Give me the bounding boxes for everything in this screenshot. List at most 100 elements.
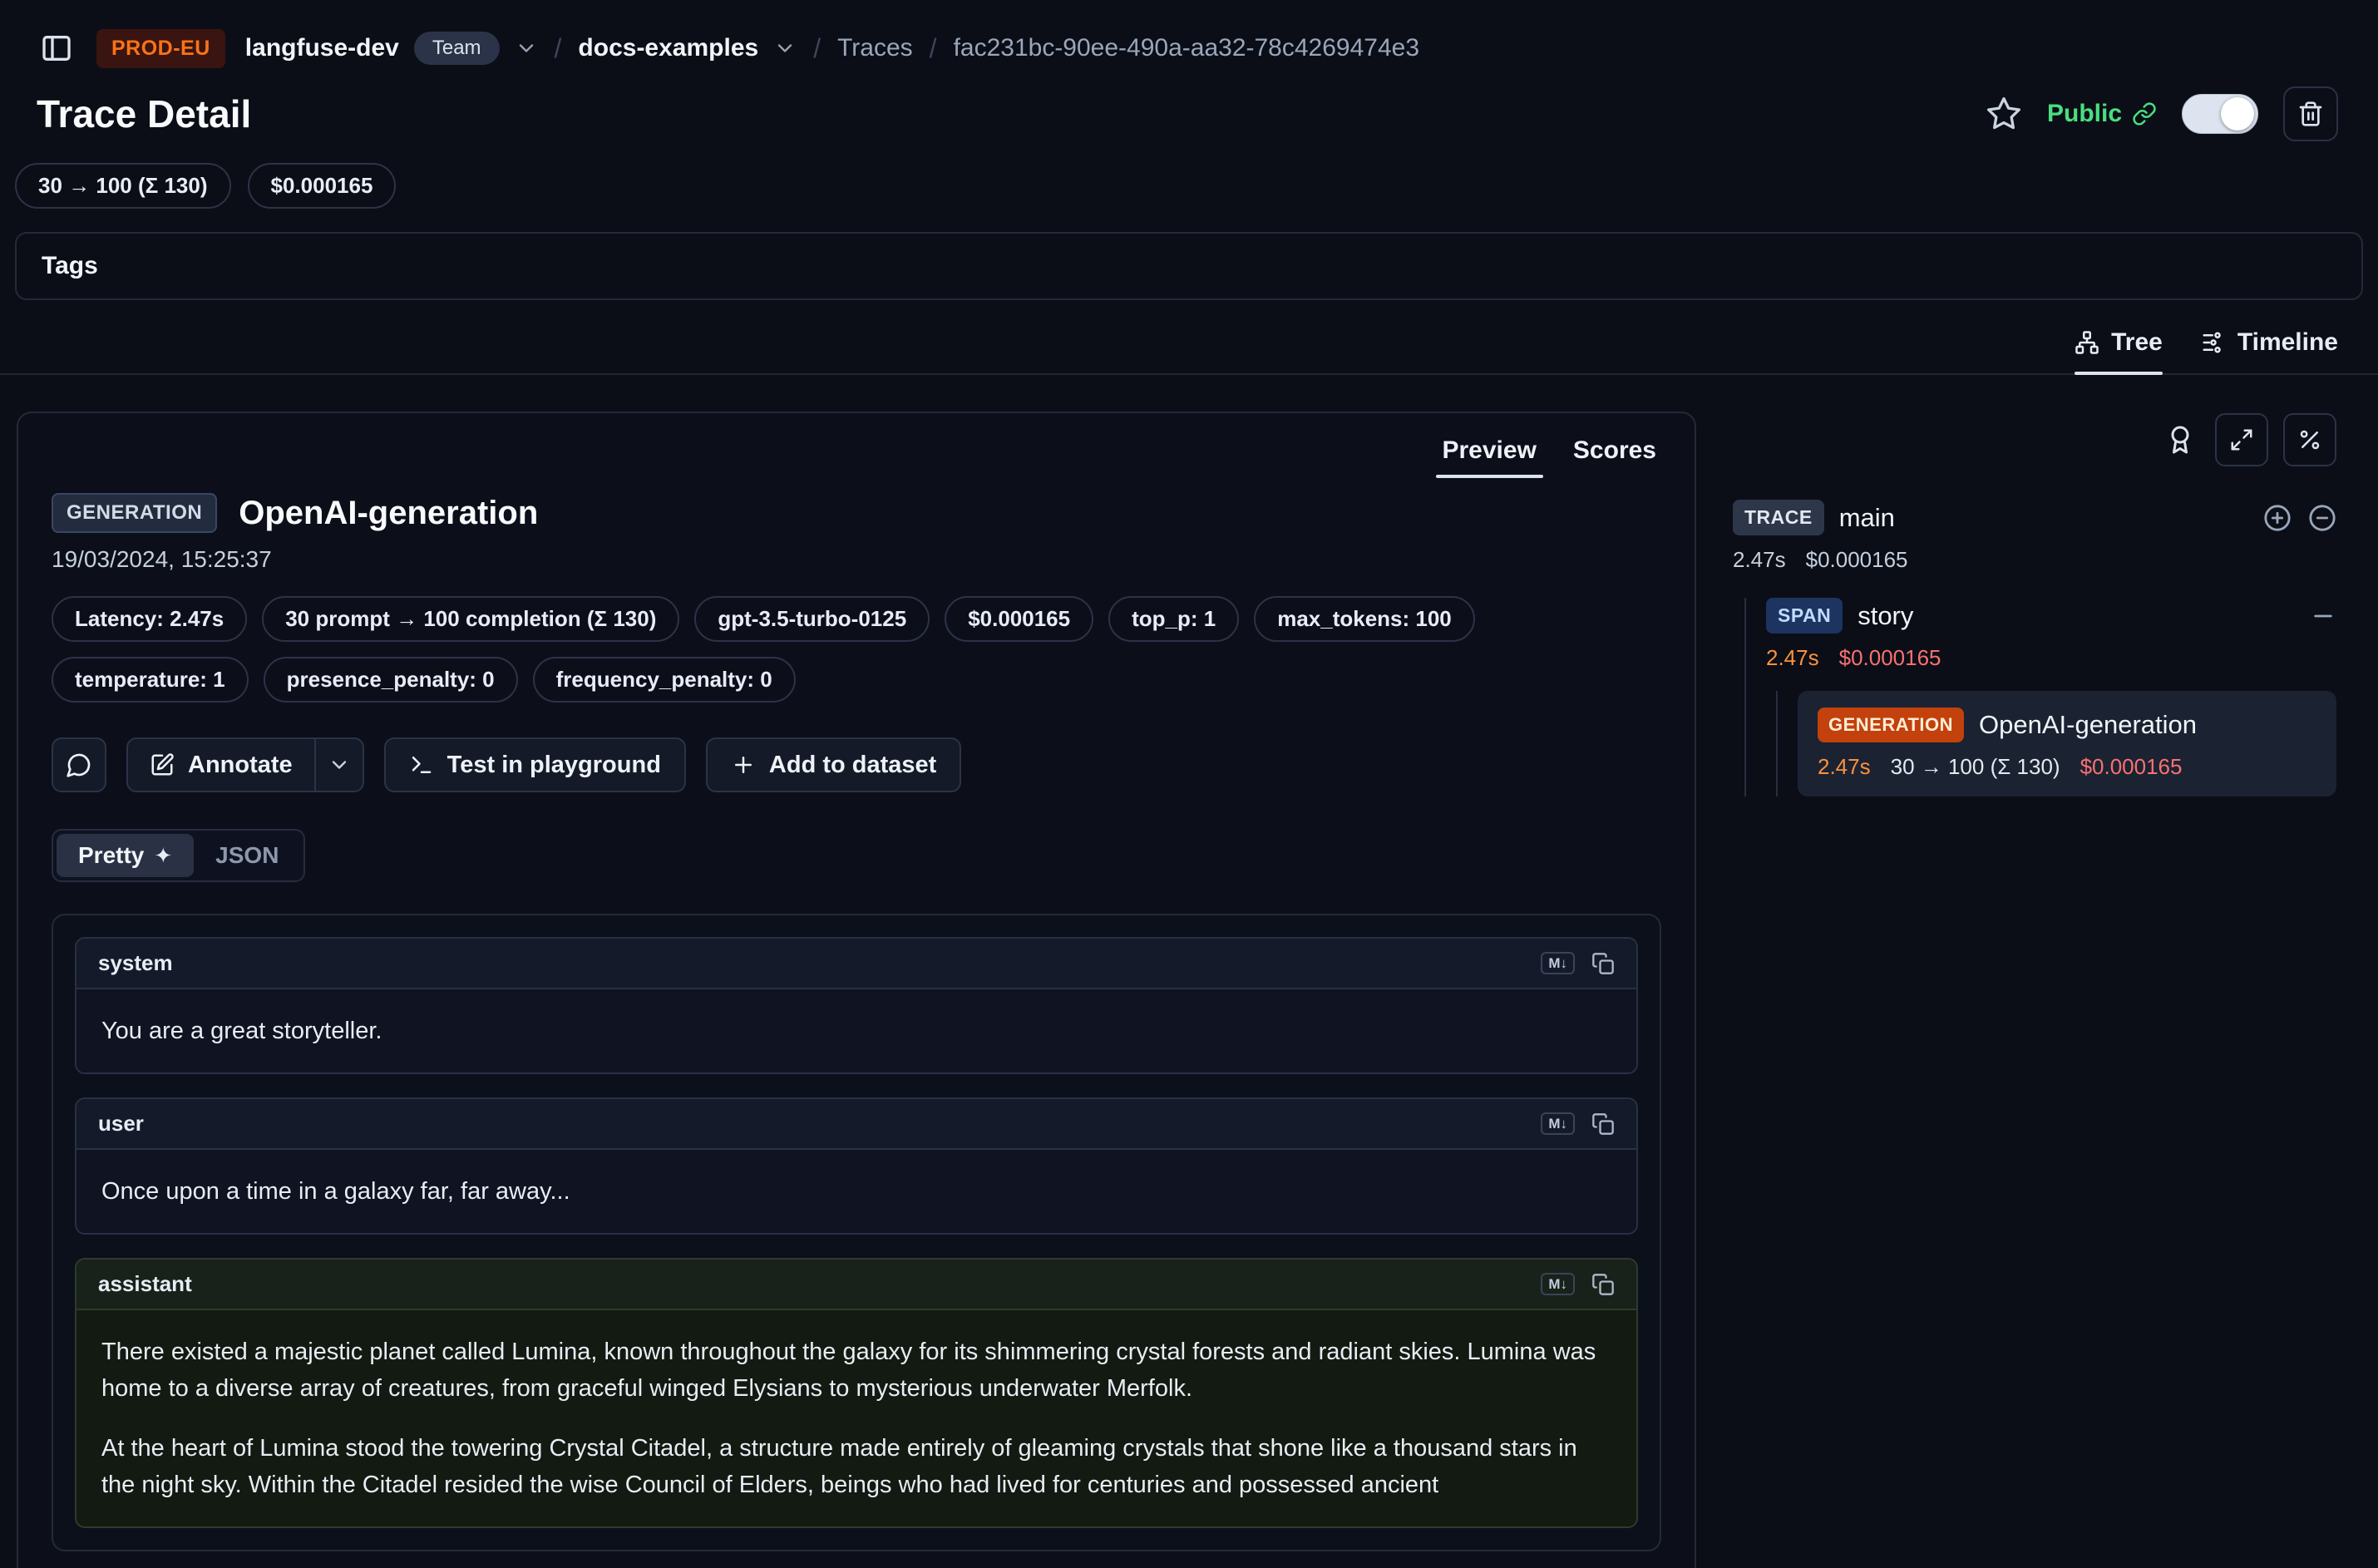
temperature-pill: temperature: 1 (52, 657, 249, 703)
observation-title-row: GENERATION OpenAI-generation (52, 493, 1661, 533)
playground-label: Test in playground (447, 752, 661, 779)
delete-trace-button[interactable] (2283, 86, 2338, 141)
message-header: assistant M↓ (76, 1260, 1636, 1310)
copy-button[interactable] (1591, 952, 1615, 975)
public-toggle[interactable] (2182, 94, 2258, 134)
tab-preview[interactable]: Preview (1443, 436, 1537, 478)
annotation-queue-button[interactable] (2160, 420, 2200, 460)
minus-circle-icon (2308, 504, 2336, 532)
tree-icon (2075, 330, 2099, 355)
message-role: user (98, 1111, 144, 1137)
sidebar-toggle-button[interactable] (37, 28, 76, 68)
model-pill[interactable]: gpt-3.5-turbo-0125 (694, 596, 930, 642)
trace-tree-panel: TRACE main 2.47s $0.000165 (1733, 412, 2338, 796)
breadcrumb-trace-id: fac231bc-90ee-490a-aa32-78c4269474e3 (954, 34, 1419, 62)
comment-icon (66, 752, 92, 778)
breadcrumb-project[interactable]: docs-examples (578, 34, 758, 62)
message-paragraph: At the heart of Lumina stood the towerin… (101, 1430, 1611, 1503)
topbar: PROD-EU langfuse-dev Team / docs-example… (0, 0, 2378, 75)
max-tokens-pill: max_tokens: 100 (1254, 596, 1475, 642)
message-paragraph: There existed a majestic planet called L… (101, 1334, 1611, 1407)
markdown-toggle-icon[interactable]: M↓ (1541, 1273, 1575, 1295)
tree-node-generation-selected[interactable]: GENERATION OpenAI-generation 2.47s 30 → … (1798, 691, 2336, 796)
observation-metadata-pills: Latency: 2.47s 30 prompt → 100 completio… (52, 596, 1640, 703)
tags-section[interactable]: Tags (15, 232, 2363, 300)
generation-row: GENERATION OpenAI-generation (1818, 708, 2316, 742)
message-paragraph: Once upon a time in a galaxy far, far aw… (101, 1173, 1611, 1210)
tab-scores[interactable]: Scores (1573, 436, 1656, 478)
message-header-icons: M↓ (1541, 1273, 1615, 1296)
message-header: user M↓ (76, 1099, 1636, 1150)
tab-timeline[interactable]: Timeline (2201, 328, 2338, 373)
generation-latency: 2.47s (1818, 754, 1871, 780)
tab-tree[interactable]: Tree (2075, 328, 2163, 373)
annotate-button[interactable]: Annotate (128, 739, 314, 791)
chevron-down-icon[interactable] (515, 37, 538, 60)
tree-node-span[interactable]: SPAN story (1766, 598, 2336, 634)
breadcrumb-traces-link[interactable]: Traces (837, 34, 913, 62)
copy-button[interactable] (1591, 1112, 1615, 1136)
chevron-down-icon[interactable] (773, 37, 797, 60)
message-content: There existed a majestic planet called L… (76, 1310, 1636, 1526)
span-children: GENERATION OpenAI-generation 2.47s 30 → … (1776, 691, 2336, 796)
breadcrumb-separator: / (928, 33, 939, 64)
metrics-percent-button[interactable] (2283, 413, 2336, 466)
markdown-toggle-icon[interactable]: M↓ (1541, 952, 1575, 974)
breadcrumb-org[interactable]: langfuse-dev (245, 34, 399, 62)
percent-icon (2297, 427, 2322, 452)
page-title: Trace Detail (37, 91, 251, 136)
trace-summary-row: 30 → 100 (Σ 130) $0.000165 (0, 141, 2378, 209)
observation-timestamp: 19/03/2024, 15:25:37 (52, 546, 1661, 573)
tree-node-trace[interactable]: TRACE main (1733, 500, 2336, 535)
star-icon (1986, 96, 2022, 132)
test-in-playground-button[interactable]: Test in playground (384, 737, 686, 792)
trace-cost: $0.000165 (1806, 547, 1908, 573)
format-pretty-option[interactable]: Pretty ✦ (57, 834, 194, 877)
generation-type-badge: GENERATION (52, 493, 217, 533)
sparkles-icon: ✦ (154, 843, 172, 869)
copy-button[interactable] (1591, 1273, 1615, 1296)
message-user: user M↓ Once upon a time in a galaxy far… (75, 1097, 1638, 1235)
main-content: Preview Scores GENERATION OpenAI-generat… (0, 375, 2378, 1568)
span-badge: SPAN (1766, 598, 1843, 634)
collapse-all-button[interactable] (2308, 504, 2336, 532)
expand-collapse-button[interactable] (2215, 413, 2268, 466)
copy-icon (1591, 1112, 1615, 1136)
presence-penalty-pill: presence_penalty: 0 (264, 657, 518, 703)
markdown-toggle-icon[interactable]: M↓ (1541, 1112, 1575, 1135)
trace-children: SPAN story 2.47s $0.000165 GENERAT (1744, 598, 2336, 796)
format-json-option[interactable]: JSON (194, 834, 300, 877)
collapse-node-button[interactable] (2310, 603, 2336, 629)
breadcrumb-separator: / (812, 33, 822, 64)
public-link[interactable]: Public (2047, 100, 2157, 128)
annotate-dropdown-button[interactable] (314, 739, 363, 791)
chevron-down-icon (328, 753, 351, 777)
link-icon (2132, 101, 2157, 126)
view-tabs: Tree Timeline (0, 300, 2378, 375)
observation-body: GENERATION OpenAI-generation 19/03/2024,… (18, 478, 1695, 1551)
comment-button[interactable] (52, 737, 106, 792)
generation-name: OpenAI-generation (1979, 710, 2197, 740)
header-actions: Public (1986, 86, 2338, 141)
token-usage-pill: 30 → 100 (Σ 130) (15, 163, 231, 209)
plus-circle-icon (2263, 504, 2292, 532)
trace-badge: TRACE (1733, 500, 1824, 535)
timeline-icon (2201, 330, 2226, 355)
edit-icon (150, 752, 175, 777)
annotate-label: Annotate (188, 752, 293, 779)
minus-icon (2310, 603, 2336, 629)
observation-tabs: Preview Scores (18, 413, 1695, 478)
bookmark-star-button[interactable] (1986, 96, 2022, 132)
add-to-dataset-button[interactable]: Add to dataset (706, 737, 961, 792)
public-label: Public (2047, 100, 2122, 128)
format-toggle: Pretty ✦ JSON (52, 829, 305, 882)
message-header: system M↓ (76, 939, 1636, 989)
expand-all-button[interactable] (2263, 504, 2292, 532)
message-role: system (98, 950, 173, 976)
generation-tokens: 30 → 100 (Σ 130) (1891, 754, 2060, 780)
award-icon (2165, 425, 2195, 455)
span-cost: $0.000165 (1839, 645, 1941, 671)
message-header-icons: M↓ (1541, 952, 1615, 975)
annotate-split-button: Annotate (126, 737, 364, 792)
message-header-icons: M↓ (1541, 1112, 1615, 1136)
